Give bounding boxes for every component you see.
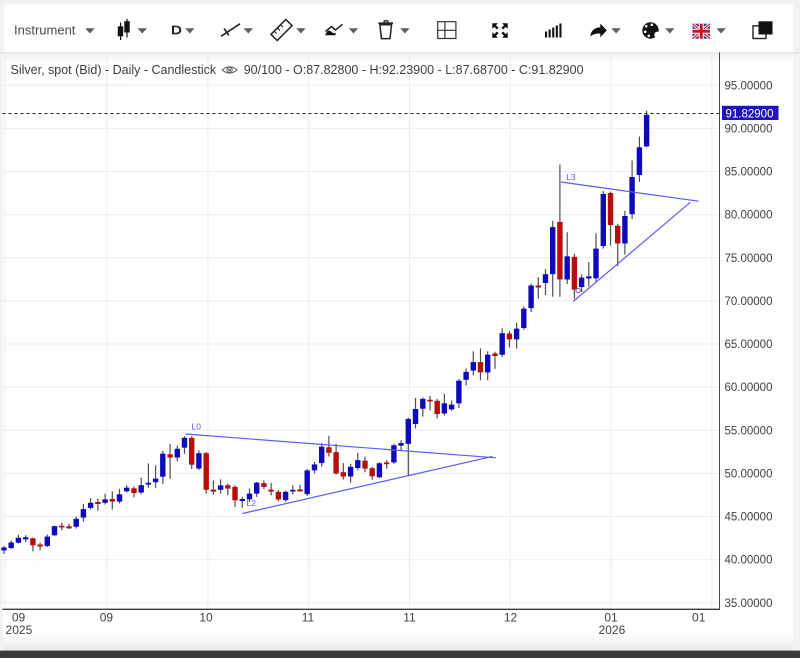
svg-text:L0: L0: [192, 422, 202, 432]
svg-text:09: 09: [100, 611, 114, 625]
svg-text:L2: L2: [247, 498, 257, 508]
svg-text:95.00000: 95.00000: [725, 80, 773, 92]
svg-text:90/100 - O:87.82800 - H:92.239: 90/100 - O:87.82800 - H:92.23900 - L:87.…: [244, 63, 584, 77]
svg-text:2025: 2025: [6, 623, 33, 637]
svg-text:Instrument: Instrument: [14, 23, 76, 38]
svg-text:01: 01: [692, 611, 706, 625]
svg-text:70.00000: 70.00000: [725, 296, 773, 308]
svg-text:35.00000: 35.00000: [725, 598, 773, 610]
svg-text:91.82900: 91.82900: [726, 109, 774, 121]
svg-text:Silver, spot (Bid) - Daily - C: Silver, spot (Bid) - Daily - Candlestick: [11, 63, 217, 77]
svg-text:75.00000: 75.00000: [725, 253, 773, 265]
svg-text:11: 11: [403, 611, 416, 625]
svg-text:80.00000: 80.00000: [725, 210, 773, 222]
svg-text:50.00000: 50.00000: [725, 468, 773, 480]
svg-text:45.00000: 45.00000: [725, 512, 773, 524]
svg-text:40.00000: 40.00000: [725, 555, 773, 567]
svg-text:2026: 2026: [599, 623, 626, 637]
svg-text:85.00000: 85.00000: [725, 167, 773, 179]
svg-text:65.00000: 65.00000: [725, 339, 773, 351]
svg-text:10: 10: [199, 611, 213, 625]
svg-text:60.00000: 60.00000: [725, 382, 773, 394]
svg-text:90.00000: 90.00000: [725, 123, 773, 135]
svg-text:L3: L3: [566, 172, 576, 182]
svg-text:55.00000: 55.00000: [725, 425, 773, 437]
svg-text:11: 11: [302, 611, 315, 625]
svg-text:12: 12: [504, 611, 518, 625]
